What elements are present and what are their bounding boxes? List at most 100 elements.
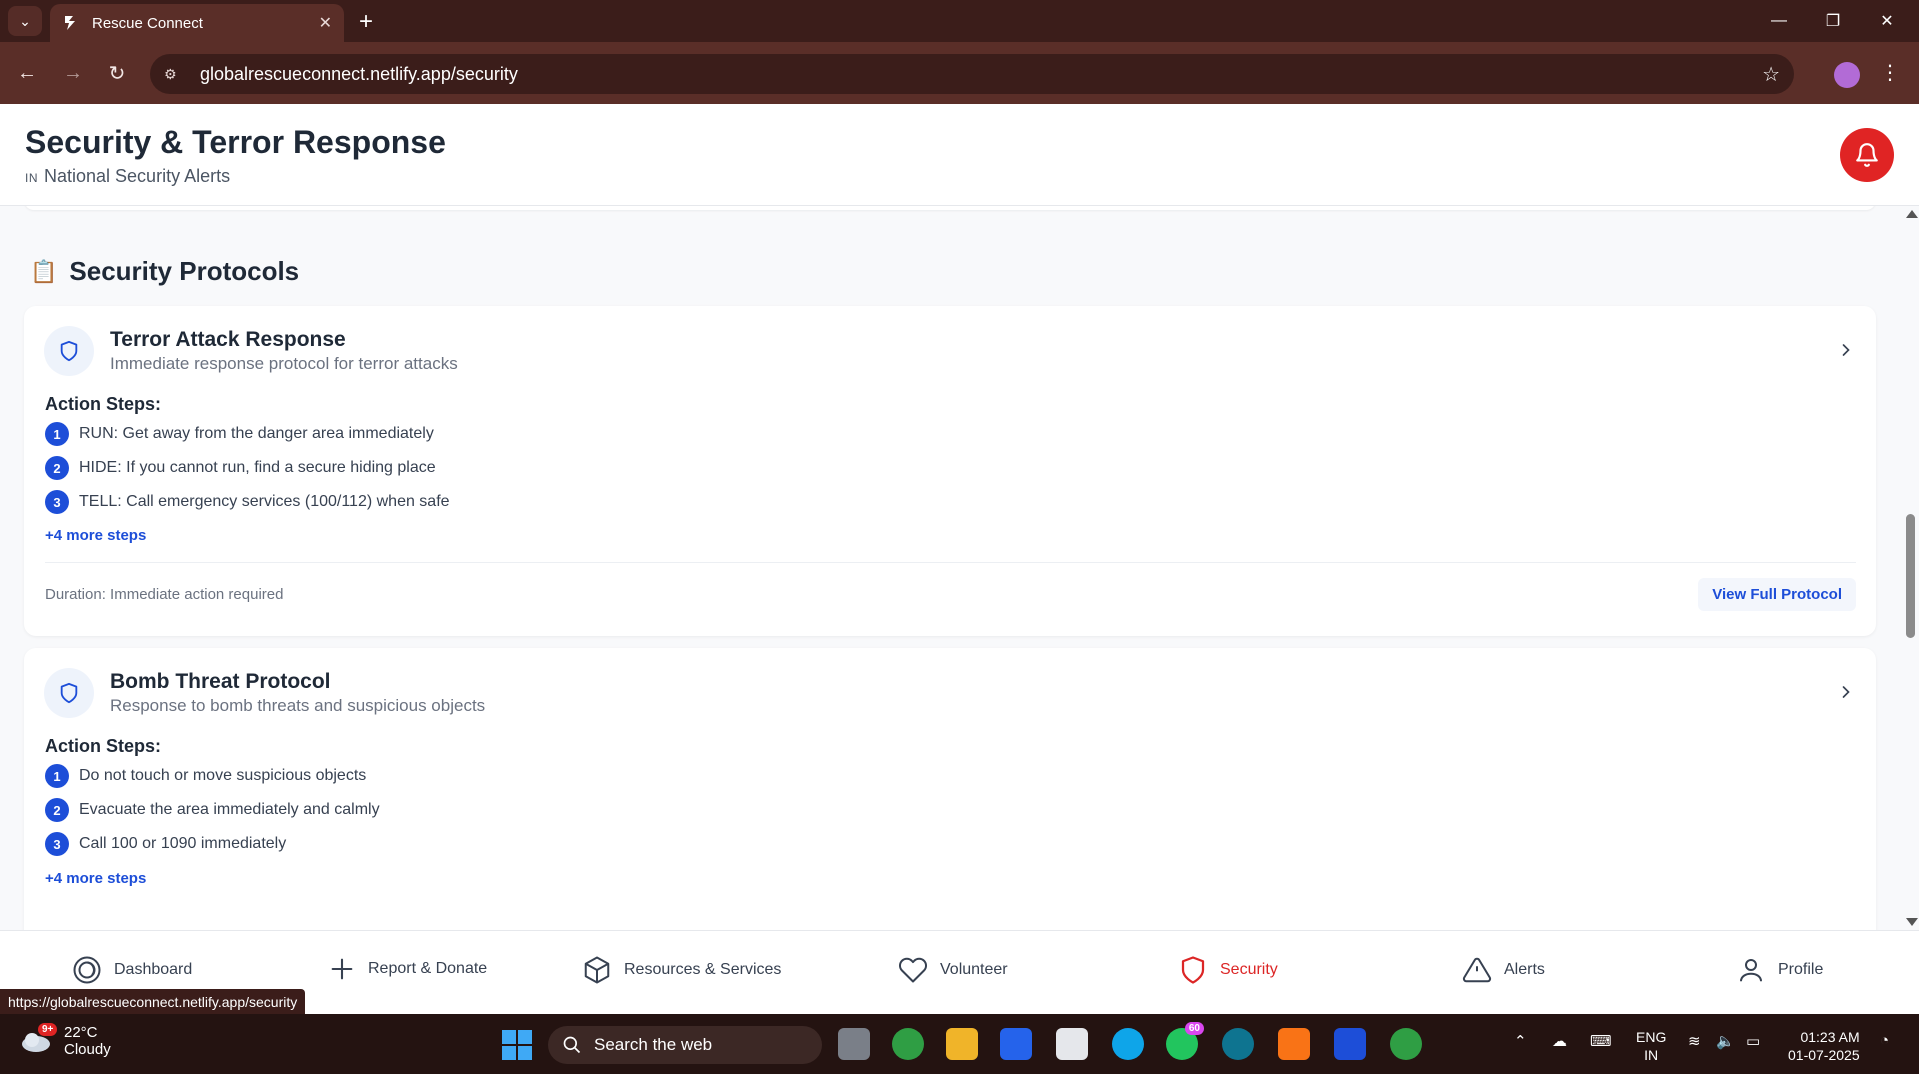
step-text: RUN: Get away from the danger area immed… bbox=[79, 425, 434, 442]
step-number: 2 bbox=[45, 456, 69, 480]
notification-bell-button[interactable] bbox=[1840, 128, 1894, 182]
windows-taskbar: 9+ 22°C Cloudy Search the web 60 ⌃ ☁ ⌨ E… bbox=[0, 1014, 1919, 1074]
scroll-down-arrow-icon[interactable] bbox=[1906, 918, 1918, 926]
window-minimize-icon[interactable]: — bbox=[1752, 0, 1806, 42]
scroll-up-arrow-icon[interactable] bbox=[1906, 210, 1918, 218]
edge-icon[interactable] bbox=[1222, 1028, 1254, 1060]
step-item: 3 Call 100 or 1090 immediately bbox=[45, 832, 286, 856]
nav-item-profile[interactable]: Profile bbox=[1736, 955, 1823, 985]
nav-label: Resources & Services bbox=[624, 961, 782, 978]
weather-widget[interactable]: 9+ 22°C Cloudy bbox=[20, 1023, 111, 1058]
shield-icon bbox=[60, 682, 78, 704]
steps-label: Action Steps: bbox=[45, 394, 162, 414]
onedrive-icon[interactable]: ☁ bbox=[1552, 1032, 1567, 1050]
whatsapp-icon[interactable]: 60 bbox=[1166, 1022, 1204, 1060]
clipboard-icon: 📋 bbox=[30, 258, 58, 284]
keyboard-icon[interactable]: ⌨ bbox=[1590, 1032, 1612, 1050]
nav-item-security[interactable]: Security bbox=[1178, 955, 1278, 985]
address-url[interactable]: globalrescueconnect.netlify.app/security bbox=[200, 64, 1762, 85]
volume-icon[interactable]: 🔈 bbox=[1716, 1032, 1735, 1050]
search-placeholder: Search the web bbox=[594, 1035, 713, 1054]
step-item: 3 TELL: Call emergency services (100/112… bbox=[45, 490, 450, 514]
nav-label: Dashboard bbox=[114, 961, 193, 978]
cortana-icon[interactable] bbox=[1112, 1028, 1144, 1060]
system-clock[interactable]: 01:23 AM 01-07-2025 bbox=[1788, 1028, 1860, 1064]
nav-item-dashboard[interactable]: Dashboard bbox=[72, 955, 192, 985]
site-settings-icon[interactable]: ⚙ bbox=[164, 66, 186, 83]
cloud-icon: 9+ bbox=[20, 1023, 58, 1053]
chevron-right-icon[interactable] bbox=[1836, 682, 1856, 702]
language-line1: ENG bbox=[1636, 1029, 1667, 1045]
tab-close-icon[interactable]: ✕ bbox=[319, 13, 332, 33]
nav-item-volunteer[interactable]: Volunteer bbox=[898, 955, 1008, 985]
address-bar[interactable]: ⚙ globalrescueconnect.netlify.app/securi… bbox=[150, 54, 1794, 94]
file-explorer-icon[interactable] bbox=[946, 1028, 978, 1060]
warning-icon bbox=[1462, 957, 1492, 983]
protocol-title: Bomb Threat Protocol bbox=[110, 670, 331, 693]
todo-check-icon[interactable] bbox=[1000, 1028, 1032, 1060]
tray-chevron-up-icon[interactable]: ⌃ bbox=[1514, 1032, 1527, 1050]
search-icon bbox=[563, 1036, 581, 1054]
reload-icon[interactable]: ↻ bbox=[100, 56, 134, 90]
bookmark-star-icon[interactable]: ☆ bbox=[1762, 62, 1780, 87]
status-bar-url: https://globalrescueconnect.netlify.app/… bbox=[0, 989, 306, 1015]
task-view-icon[interactable] bbox=[838, 1028, 870, 1060]
chrome-profile-icon[interactable] bbox=[1390, 1028, 1422, 1060]
bell-icon bbox=[1856, 143, 1878, 167]
nav-label: Profile bbox=[1778, 961, 1824, 978]
section-title: 📋 Security Protocols bbox=[30, 256, 299, 287]
page-title: Security & Terror Response bbox=[25, 124, 446, 160]
protocol-card-terror-attack[interactable]: Terror Attack Response Immediate respons… bbox=[24, 306, 1876, 636]
protocol-card-bomb-threat[interactable]: Bomb Threat Protocol Response to bomb th… bbox=[24, 648, 1876, 930]
protocol-title: Terror Attack Response bbox=[110, 328, 346, 351]
window-close-icon[interactable]: ✕ bbox=[1860, 0, 1914, 42]
heart-icon bbox=[899, 957, 927, 983]
box-icon bbox=[584, 956, 610, 984]
clock-time: 01:23 AM bbox=[1800, 1029, 1860, 1045]
forward-arrow-icon[interactable]: → bbox=[56, 56, 90, 90]
wifi-icon[interactable]: ≋ bbox=[1688, 1032, 1701, 1050]
nav-item-resources-services[interactable]: Resources & Services bbox=[582, 955, 781, 985]
plus-icon bbox=[331, 958, 353, 980]
previous-card-edge bbox=[24, 206, 1876, 210]
nav-label: Alerts bbox=[1504, 961, 1545, 978]
step-item: 1 RUN: Get away from the danger area imm… bbox=[45, 422, 434, 446]
store-icon[interactable] bbox=[1056, 1028, 1088, 1060]
brave-icon[interactable] bbox=[1278, 1028, 1310, 1060]
card-divider bbox=[45, 562, 1856, 563]
user-icon bbox=[1740, 959, 1762, 982]
more-steps-link[interactable]: +4 more steps bbox=[45, 527, 146, 544]
nav-item-alerts[interactable]: Alerts bbox=[1462, 955, 1545, 985]
battery-icon[interactable]: ▭ bbox=[1746, 1032, 1760, 1050]
document-icon[interactable] bbox=[1334, 1028, 1366, 1060]
windows-start-icon[interactable] bbox=[502, 1030, 532, 1060]
site-favicon-icon bbox=[62, 14, 80, 32]
subtitle-text: National Security Alerts bbox=[44, 166, 231, 186]
notification-center-icon[interactable]: ◔ bbox=[1880, 1032, 1889, 1049]
protocol-icon-wrapper bbox=[44, 326, 94, 376]
page-scrollbar[interactable] bbox=[1902, 206, 1919, 930]
protocol-duration: Duration: Immediate action required bbox=[45, 586, 284, 603]
language-line2: IN bbox=[1644, 1047, 1659, 1063]
language-indicator[interactable]: ENG IN bbox=[1636, 1028, 1666, 1064]
browser-toolbar: ← → ↻ ⚙ globalrescueconnect.netlify.app/… bbox=[0, 42, 1919, 104]
browser-menu-icon[interactable]: ⋮ bbox=[1880, 60, 1900, 85]
tab-search-chevron-down-icon[interactable]: ⌄ bbox=[8, 6, 42, 36]
profile-avatar-icon[interactable] bbox=[1834, 62, 1860, 88]
chrome-icon[interactable] bbox=[892, 1028, 924, 1060]
weather-badge: 9+ bbox=[38, 1023, 58, 1036]
chevron-right-icon[interactable] bbox=[1836, 340, 1856, 360]
protocol-description: Immediate response protocol for terror a… bbox=[110, 354, 458, 373]
nav-item-report-donate[interactable]: Report & Donate bbox=[328, 955, 487, 983]
scroll-thumb[interactable] bbox=[1906, 514, 1915, 638]
step-text: Evacuate the area immediately and calmly bbox=[79, 801, 380, 818]
clock-date: 01-07-2025 bbox=[1788, 1047, 1860, 1063]
browser-tab-rescue-connect[interactable]: Rescue Connect ✕ bbox=[50, 4, 344, 42]
view-full-protocol-button[interactable]: View Full Protocol bbox=[1698, 578, 1856, 611]
step-item: 2 HIDE: If you cannot run, find a secure… bbox=[45, 456, 436, 480]
back-arrow-icon[interactable]: ← bbox=[10, 56, 44, 90]
more-steps-link[interactable]: +4 more steps bbox=[45, 870, 146, 887]
new-tab-plus-icon[interactable]: + bbox=[352, 8, 380, 36]
window-restore-icon[interactable]: ❐ bbox=[1806, 0, 1860, 42]
taskbar-search[interactable]: Search the web bbox=[548, 1026, 822, 1064]
